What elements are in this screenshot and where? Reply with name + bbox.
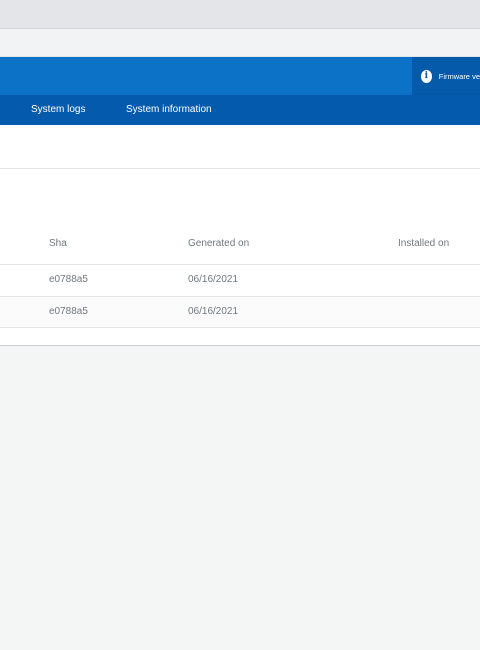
column-header-generated-on[interactable]: Generated on <box>188 238 249 249</box>
divider <box>0 327 480 328</box>
sha-cell: e0788a5 <box>49 306 88 317</box>
tab-system-logs[interactable]: System logs <box>31 95 85 125</box>
generated-on-cell: 06/16/2021 <box>188 274 239 285</box>
browser-address-strip <box>0 29 480 57</box>
main-content: Sha Generated on Installed on e0788a5 06… <box>0 125 480 346</box>
table-row[interactable]: e0788a5 06/16/2021 <box>0 296 480 328</box>
sha-cell: e0788a5 <box>49 274 88 285</box>
column-header-sha[interactable]: Sha <box>49 238 67 249</box>
firmware-notice-text: Firmware ve <box>438 71 480 81</box>
info-icon: i <box>421 69 432 83</box>
divider <box>0 168 480 169</box>
table-row[interactable]: e0788a5 06/16/2021 <box>0 264 480 296</box>
tab-system-information[interactable]: System information <box>126 95 212 125</box>
column-header-installed-on[interactable]: Installed on <box>398 238 449 249</box>
browser-toolbar <box>0 0 480 29</box>
app-header: i Firmware ve <box>0 57 480 95</box>
firmware-notice[interactable]: i Firmware ve <box>412 57 480 95</box>
nav-bar: System logs System information <box>0 95 480 125</box>
generated-on-cell: 06/16/2021 <box>188 306 239 317</box>
